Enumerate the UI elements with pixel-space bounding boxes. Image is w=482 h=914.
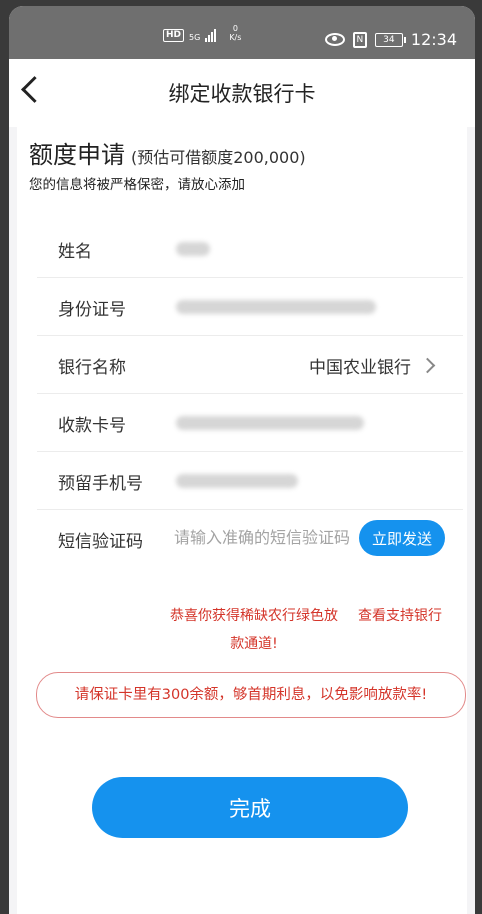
top-nav: 绑定收款银行卡 (9, 59, 475, 127)
signal-icon (205, 28, 217, 42)
id-number-row: 身份证号 (37, 278, 463, 336)
status-right: N 34 12:34 (324, 30, 457, 49)
name-row: 姓名 (37, 220, 463, 278)
net-speed: 0 K/s (229, 24, 241, 42)
phone-label: 预留手机号 (58, 474, 143, 494)
card-number-row: 收款卡号 (37, 394, 463, 452)
battery-icon: 34 (374, 32, 406, 47)
credit-estimate: (预估可借额度200,000) (131, 148, 306, 167)
phone-screen: HD 5G 0 K/s N 34 12:34 绑定收款银行卡 额度申请 (预估可… (9, 6, 475, 914)
name-value-redacted[interactable] (176, 242, 210, 256)
phone-row: 预留手机号 (37, 452, 463, 510)
network-type: 5G (189, 33, 201, 42)
sms-code-row: 短信验证码 立即发送 (37, 510, 463, 567)
status-bar: HD 5G 0 K/s N 34 12:34 (9, 6, 475, 59)
eye-icon (324, 33, 345, 46)
bank-name-label: 银行名称 (58, 358, 126, 378)
sms-code-label: 短信验证码 (58, 532, 143, 552)
clock: 12:34 (410, 30, 457, 49)
id-number-label: 身份证号 (58, 300, 126, 320)
bank-card-form: 姓名 身份证号 银行名称 中国农业银行 收款卡号 预留手机号 短信验证码 请输入… (37, 220, 463, 653)
intro-heading-row: 额度申请 (预估可借额度200,000) (29, 135, 306, 170)
sms-code-input[interactable] (174, 528, 352, 547)
bank-name-row[interactable]: 银行名称 中国农业银行 (37, 336, 463, 394)
phone-value-redacted[interactable] (176, 474, 298, 488)
card-number-label: 收款卡号 (58, 416, 126, 436)
balance-warning: 请保证卡里有300余额，够首期利息，以免影响放款率! (36, 672, 466, 718)
section-heading: 额度申请 (29, 141, 125, 169)
id-number-value-redacted[interactable] (176, 300, 376, 314)
send-code-button[interactable]: 立即发送 (359, 520, 445, 556)
application-card: 额度申请 (预估可借额度200,000) 您的信息将被严格保密，请放心添加 姓名… (17, 127, 467, 914)
nfc-icon: N (352, 31, 367, 48)
supported-banks-link[interactable]: 查看支持银行 (358, 602, 442, 630)
chevron-right-icon[interactable] (419, 357, 436, 374)
card-number-value-redacted[interactable] (176, 416, 364, 430)
promo-text: 恭喜你获得稀缺农行绿色放款通道! (170, 608, 338, 652)
page-title: 绑定收款银行卡 (168, 82, 316, 106)
net-speed-value: 0 (232, 24, 238, 33)
privacy-note: 您的信息将被严格保密，请放心添加 (29, 177, 245, 193)
done-button[interactable]: 完成 (92, 777, 408, 838)
bank-name-value[interactable]: 中国农业银行 (309, 353, 411, 378)
net-speed-unit: K/s (229, 33, 242, 42)
name-label: 姓名 (58, 242, 92, 262)
hd-badge: HD (163, 29, 185, 42)
status-left: HD 5G 0 K/s (163, 24, 241, 42)
